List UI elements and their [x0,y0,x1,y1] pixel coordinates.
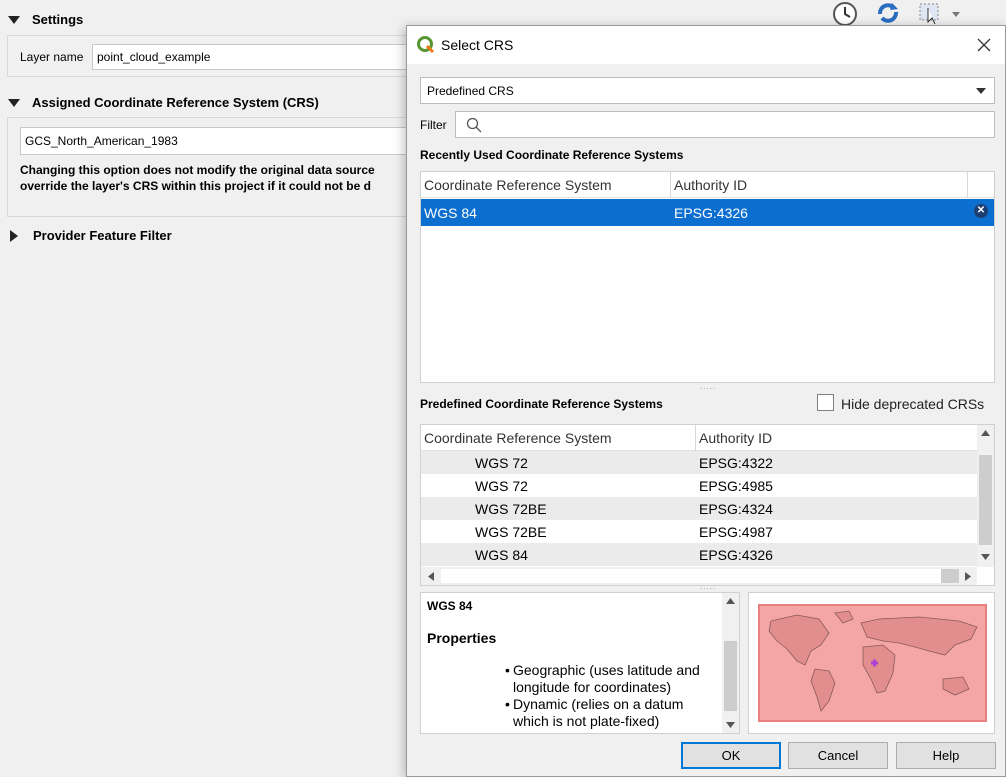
property-text: Geographic (uses latitude and longitude … [513,662,700,695]
collapse-arrow-icon [8,15,20,24]
predefined-crs-title: Predefined Coordinate Reference Systems [420,397,663,411]
column-header[interactable]: Authority ID [696,425,977,451]
scroll-down-icon[interactable] [980,553,991,561]
predefined-table-header: Coordinate Reference System Authority ID [421,425,977,451]
scrollbar-thumb[interactable] [979,455,992,545]
table-row[interactable]: WGS 72BE EPSG:4324 [421,497,977,520]
expand-arrow-icon [10,229,18,242]
layer-name-input[interactable]: point_cloud_example [92,44,412,70]
toolbar [830,0,962,26]
scroll-up-icon[interactable] [980,429,991,437]
crs-details-name: WGS 84 [427,599,473,613]
crs-note-line: Changing this option does not modify the… [20,163,375,177]
properties-heading: Properties [427,630,497,646]
crs-name-cell: WGS 72BE [475,500,547,517]
provider-filter-section-header[interactable]: Provider Feature Filter [8,228,172,243]
select-icon[interactable] [916,0,962,26]
qgis-logo-icon [417,36,435,54]
ok-button[interactable]: OK [681,742,781,769]
crs-selector[interactable]: GCS_North_American_1983 [20,127,412,155]
authority-id-cell: EPSG:4322 [699,454,773,471]
refresh-icon[interactable] [874,0,902,26]
table-row[interactable]: WGS 84 EPSG:4326 ✕ [421,199,994,226]
vertical-scrollbar[interactable] [722,593,739,733]
crs-details-panel: WGS 84 Properties • Geographic (uses lat… [420,592,740,734]
column-header[interactable]: Coordinate Reference System [421,425,696,451]
recent-crs-title: Recently Used Coordinate Reference Syste… [420,148,684,162]
scroll-left-icon[interactable] [427,571,435,582]
authority-id-cell: EPSG:4324 [699,500,773,517]
crs-note-line: override the layer's CRS within this pro… [20,179,371,193]
clock-icon[interactable] [830,0,860,26]
property-text: Dynamic (relies on a datum which is not … [513,696,684,729]
chevron-down-icon [976,88,986,94]
authority-id-cell: EPSG:4985 [699,477,773,494]
table-row[interactable]: WGS 72 EPSG:4985 [421,474,977,497]
table-row[interactable]: WGS 72 EPSG:4322 [421,451,977,474]
filter-label: Filter [420,118,447,132]
vertical-scrollbar[interactable] [977,425,994,567]
help-button[interactable]: Help [896,742,996,769]
crs-mode-value: Predefined CRS [427,83,514,98]
column-header[interactable]: Coordinate Reference System [421,172,671,198]
recent-crs-table: Coordinate Reference System Authority ID… [420,171,995,383]
crs-note: Changing this option does not modify the… [20,162,375,194]
dialog-title: Select CRS [441,37,514,53]
remove-icon[interactable]: ✕ [974,204,988,218]
crs-name-cell: WGS 72BE [475,523,547,540]
horizontal-scrollbar[interactable] [421,567,977,585]
scroll-right-icon[interactable] [964,571,972,582]
recent-table-header: Coordinate Reference System Authority ID [421,172,994,198]
dialog-titlebar: Select CRS [407,26,1005,64]
filter-input[interactable] [455,111,995,138]
settings-title: Settings [32,12,84,27]
predefined-crs-table: Coordinate Reference System Authority ID… [420,424,995,586]
crs-name-cell: WGS 84 [424,204,477,221]
world-map [758,604,987,722]
assigned-crs-section-header[interactable]: Assigned Coordinate Reference System (CR… [8,95,319,110]
settings-section-header[interactable]: Settings [8,12,83,27]
crs-name-cell: WGS 84 [475,546,528,563]
scrollbar-track [441,569,941,583]
collapse-arrow-icon [8,98,20,107]
scrollbar-thumb[interactable] [724,641,737,711]
crs-name-cell: WGS 72 [475,477,528,494]
crs-name-cell: WGS 72 [475,454,528,471]
authority-id-cell: EPSG:4326 [674,204,748,221]
scrollbar-thumb[interactable] [941,569,959,583]
authority-id-cell: EPSG:4326 [699,546,773,563]
table-row[interactable]: WGS 84 EPSG:4326 [421,543,977,566]
close-icon[interactable] [971,32,997,58]
scroll-up-icon[interactable] [725,597,736,605]
layer-name-label: Layer name [20,50,84,64]
list-item: • Dynamic (relies on a datum which is no… [505,696,715,730]
list-item: • Geographic (uses latitude and longitud… [505,662,715,696]
properties-list: • Geographic (uses latitude and longitud… [505,662,715,730]
authority-id-cell: EPSG:4987 [699,523,773,540]
splitter-handle[interactable]: ..... [700,582,716,591]
hide-deprecated-label: Hide deprecated CRSs [841,396,985,412]
select-crs-dialog: Select CRS Predefined CRS Filter Recentl… [406,25,1006,777]
assigned-crs-title: Assigned Coordinate Reference System (CR… [32,95,319,110]
table-row[interactable]: WGS 72BE EPSG:4987 [421,520,977,543]
scroll-down-icon[interactable] [725,721,736,729]
provider-filter-title: Provider Feature Filter [33,228,172,243]
crs-mode-select[interactable]: Predefined CRS [420,77,995,104]
splitter-handle[interactable]: ..... [700,382,716,391]
hide-deprecated-checkbox[interactable] [817,394,834,411]
crs-extent-map [748,592,995,734]
column-header[interactable]: Authority ID [671,172,968,198]
layer-properties-panel: Settings Layer name point_cloud_example … [0,0,427,777]
search-icon [466,117,482,133]
cancel-button[interactable]: Cancel [788,742,888,769]
